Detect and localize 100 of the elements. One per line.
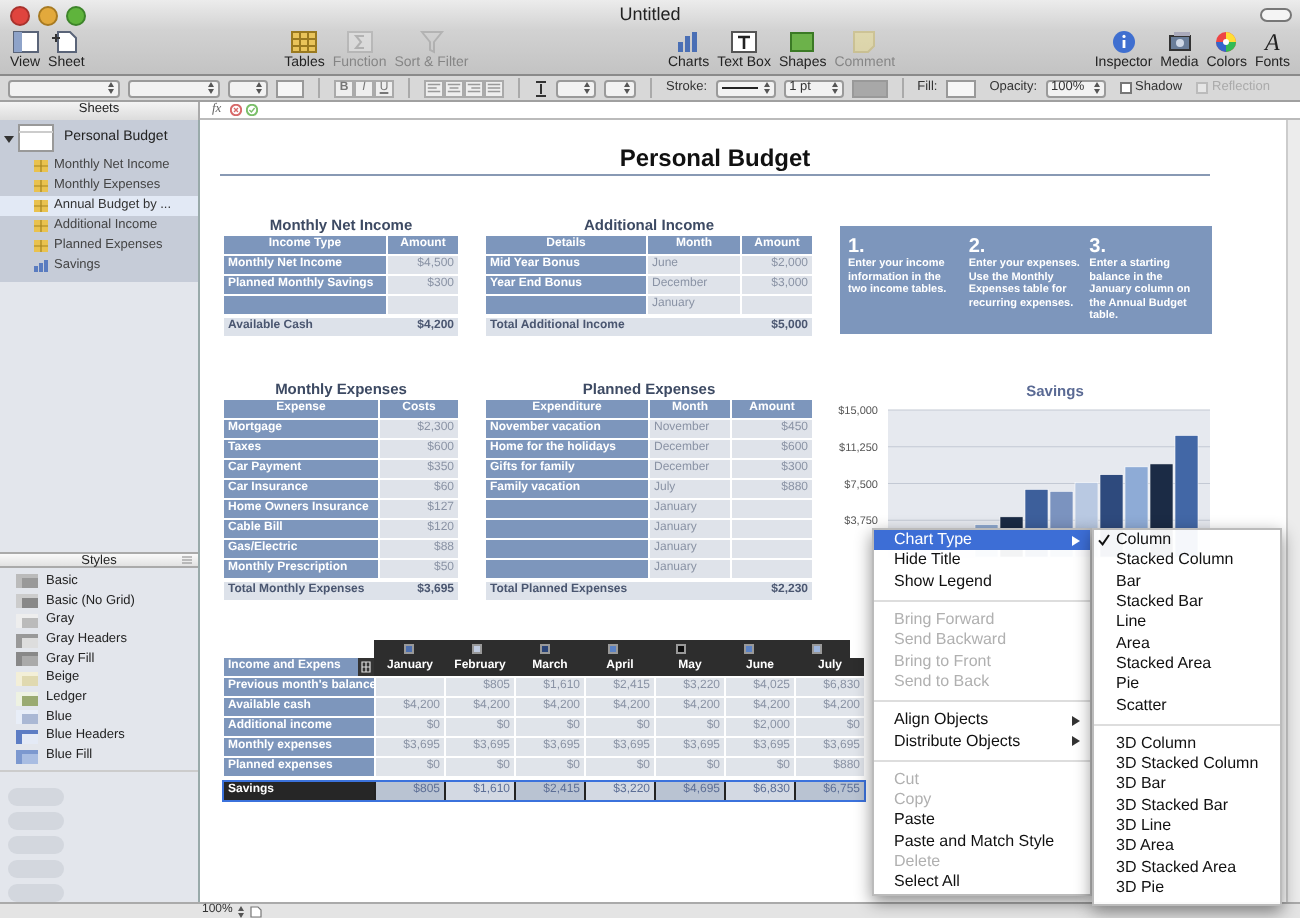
menu-item-label: 3D Bar [1116, 774, 1166, 795]
menu-item[interactable]: 3D Area [1094, 836, 1280, 857]
menu-item-label: Send to Back [894, 671, 990, 692]
popup-field[interactable] [128, 79, 220, 97]
color-well[interactable] [851, 79, 888, 97]
menu-item[interactable]: 3D Stacked Area [1094, 856, 1280, 878]
menu-item[interactable]: Distribute Objects [874, 730, 1090, 752]
align-left-icon [426, 82, 442, 94]
text-box-icon [730, 30, 759, 54]
color-well[interactable] [276, 79, 304, 97]
menu-item-label: Delete [894, 852, 941, 872]
menu-item-label: Area [1116, 633, 1150, 654]
menu-item[interactable]: Pie [1094, 674, 1280, 695]
menu-item[interactable]: Line [1094, 612, 1280, 633]
menu-icon[interactable] [182, 556, 192, 565]
menu-item-label: 3D Area [1116, 836, 1174, 857]
alignment-button[interactable] [424, 79, 444, 97]
funnel-icon [417, 30, 446, 54]
menu-item[interactable]: Chart Type [874, 530, 1090, 551]
square-icon [788, 30, 817, 54]
disclosure-triangle-icon[interactable] [4, 133, 14, 143]
checkbox[interactable] [1119, 82, 1132, 94]
menu-item[interactable]: Paste [874, 810, 1090, 832]
table-style-icon [16, 749, 38, 764]
menu-item-label: 3D Stacked Column [1116, 754, 1259, 775]
table-style-icon [16, 652, 38, 667]
menu-item[interactable]: 3D Column [1094, 733, 1280, 754]
menu-item-label: 3D Line [1116, 816, 1172, 836]
menu-item-label: Pie [1116, 674, 1140, 695]
fonts-icon: A [1265, 30, 1280, 54]
menu-item[interactable]: Scatter [1094, 694, 1280, 716]
menu-item[interactable]: Stacked Bar [1094, 591, 1280, 613]
menu-item[interactable]: Show Legend [874, 571, 1090, 592]
menu-item-label: 3D Stacked Area [1116, 857, 1237, 878]
menu-item-label: Send Backward [894, 630, 1007, 651]
table-style-icon [16, 574, 38, 589]
menu-item[interactable]: 3D Pie [1094, 877, 1280, 899]
popup-field[interactable] [228, 79, 268, 97]
menu-item[interactable]: 3D Bar [1094, 774, 1280, 796]
menu-item-label: 3D Pie [1116, 877, 1165, 898]
updown-arrows-icon [584, 82, 590, 94]
menu-item[interactable]: Area [1094, 632, 1280, 654]
step-number: 1. [848, 236, 867, 258]
menu-item[interactable]: Paste and Match Style [874, 831, 1090, 852]
menu-item[interactable]: Stacked Area [1094, 653, 1280, 675]
popup-field[interactable] [604, 79, 636, 97]
align-right-icon [466, 82, 482, 94]
solid-line-icon [721, 86, 758, 90]
checkmark-icon [1098, 534, 1110, 546]
alignment-button[interactable] [464, 79, 484, 97]
menu-item-label: Distribute Objects [894, 731, 1021, 752]
menu-item-label: Column [1116, 530, 1172, 551]
menu-item-label: Select All [894, 872, 960, 893]
table-style-icon [16, 613, 38, 628]
menu-item[interactable]: Stacked Column [1094, 550, 1280, 572]
color-wheel-icon [1212, 30, 1241, 54]
updown-arrows-icon [256, 82, 262, 94]
menu-item-label: Bring to Front [894, 651, 991, 672]
menu-item-label: Align Objects [894, 710, 989, 731]
step-number: 2. [968, 236, 988, 258]
photo-stack-icon [1165, 30, 1194, 54]
updown-arrows-icon [831, 82, 838, 94]
menu-item-label: Stacked Column [1116, 550, 1234, 571]
menu-item[interactable]: Column [1094, 530, 1280, 551]
menu-item[interactable]: Align Objects [874, 710, 1090, 731]
popup-field[interactable] [8, 79, 120, 97]
accept-icon[interactable] [245, 104, 258, 116]
table-icon [34, 180, 48, 192]
menu-item[interactable]: Select All [874, 872, 1090, 893]
popup-field[interactable] [556, 79, 596, 97]
scroll-bar[interactable] [1286, 120, 1300, 902]
window-title: Untitled [619, 4, 681, 26]
cancel-icon[interactable] [229, 104, 242, 116]
close-button[interactable] [10, 5, 30, 25]
menu-item[interactable]: Hide Title [874, 550, 1090, 572]
zoom-button[interactable] [66, 5, 86, 25]
menu-item-label: Stacked Bar [1116, 592, 1204, 613]
toolbar-toggle-button[interactable] [1260, 8, 1292, 22]
menu-item-label: Stacked Area [1116, 653, 1212, 674]
updown-arrows-icon [624, 82, 630, 94]
line-style-popup[interactable] [715, 79, 776, 97]
align-center-icon [446, 82, 462, 94]
minimize-button[interactable] [38, 5, 58, 25]
table-icon [34, 220, 48, 232]
color-well[interactable] [945, 79, 976, 97]
menu-item[interactable]: Bar [1094, 571, 1280, 592]
menu-item[interactable]: 3D Stacked Column [1094, 753, 1280, 775]
menu-item[interactable]: 3D Stacked Bar [1094, 795, 1280, 816]
menu-item-label: Bring Forward [894, 610, 995, 631]
table-style-icon [16, 594, 38, 609]
menu-item-label: Scatter [1116, 695, 1167, 716]
menu-item-label: Copy [894, 790, 932, 811]
alignment-button[interactable] [444, 79, 464, 97]
info-icon [1109, 30, 1138, 54]
updown-arrows-icon [208, 82, 214, 94]
menu-item[interactable]: 3D Line [1094, 815, 1280, 837]
alignment-button[interactable] [484, 79, 504, 97]
grid-icon[interactable] [358, 658, 374, 676]
table-style-icon [16, 710, 38, 725]
bar-chart-icon [674, 30, 703, 54]
